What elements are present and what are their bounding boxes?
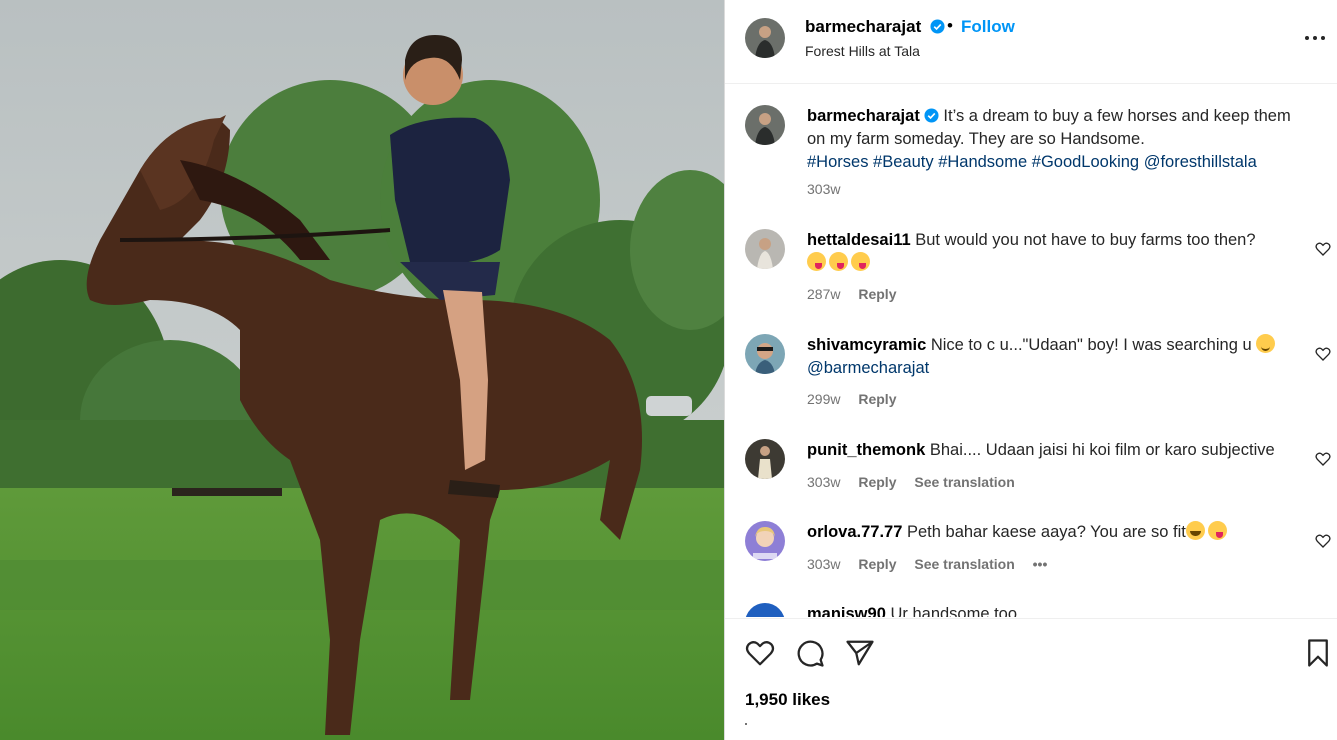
comment-like-icon[interactable] (1315, 346, 1331, 362)
instagram-post-view: barmecharajat • Follow Forest Hills at T… (0, 0, 1337, 740)
author-username[interactable]: barmecharajat (805, 17, 945, 37)
follow-button[interactable]: Follow (961, 17, 1015, 37)
reply-button[interactable]: Reply (858, 556, 896, 572)
caption-text-block: barmecharajat It’s a dream to buy a few … (807, 105, 1297, 174)
post-details-panel: barmecharajat • Follow Forest Hills at T… (724, 0, 1337, 740)
hashtag-link[interactable]: #GoodLooking (1032, 153, 1139, 171)
comment-like-icon[interactable] (1315, 533, 1331, 549)
verified-badge-icon (930, 19, 945, 34)
comment-username[interactable]: hettaldesai11 (807, 231, 911, 249)
post-location[interactable]: Forest Hills at Tala (805, 43, 920, 59)
commenter-avatar[interactable] (745, 439, 785, 479)
face-savoring-food-icon (1207, 521, 1227, 540)
post-actions-bar: 1,950 likes (725, 618, 1337, 740)
comment-username[interactable]: orlova.77.77 (807, 523, 902, 541)
comment-text-block: shivamcyramic Nice to c u..."Udaan" boy!… (807, 334, 1297, 380)
face-savoring-food-icon (807, 252, 826, 271)
comment-text-block: hettaldesai11 But would you not have to … (807, 229, 1297, 275)
commenter-avatar[interactable] (745, 229, 785, 269)
caption-meta: 303w (807, 181, 854, 197)
caption-time[interactable]: 303w (807, 181, 840, 197)
face-savoring-food-icon (851, 252, 870, 271)
mention-link[interactable]: @barmecharajat (807, 359, 929, 377)
mention-link[interactable]: @foresthillstala (1144, 153, 1257, 171)
see-translation-button[interactable]: See translation (914, 556, 1014, 572)
comment-text-block: punit_themonk Bhai.... Udaan jaisi hi ko… (807, 439, 1297, 462)
see-translation-button[interactable]: See translation (914, 474, 1014, 490)
comment-time[interactable]: 303w (807, 474, 840, 490)
share-icon[interactable] (845, 638, 875, 668)
comment-meta: 303w Reply See translation ••• (807, 556, 1061, 572)
more-options-icon[interactable] (1303, 26, 1327, 50)
comment-text-block: orlova.77.77 Peth bahar kaese aaya? You … (807, 521, 1297, 544)
smiling-face-icon (1256, 334, 1276, 353)
comment-username[interactable]: shivamcyramic (807, 336, 926, 354)
comment-username[interactable]: punit_themonk (807, 441, 925, 459)
comment-meta: 303w Reply See translation (807, 474, 1029, 490)
timestamp-placeholder (745, 723, 747, 725)
comment-text: Peth bahar kaese aaya? You are so fit (906, 523, 1186, 541)
bookmark-icon[interactable] (1303, 638, 1333, 668)
author-username-text[interactable]: barmecharajat (805, 17, 921, 36)
caption-avatar[interactable] (745, 105, 785, 145)
comment-text-block: manisw90 Ur handsome too (807, 603, 1297, 617)
comment-meta: 299w Reply (807, 391, 910, 407)
author-avatar[interactable] (745, 18, 785, 58)
comment-icon[interactable] (795, 638, 825, 668)
header-separator: • (947, 16, 953, 35)
comment-username[interactable]: manisw90 (807, 605, 886, 617)
comment-options-button[interactable]: ••• (1033, 556, 1048, 572)
face-with-tears-of-joy-icon (1185, 521, 1205, 540)
post-header: barmecharajat • Follow Forest Hills at T… (725, 0, 1337, 84)
caption-username[interactable]: barmecharajat (807, 107, 920, 125)
post-photo[interactable] (0, 0, 724, 740)
comment-meta: 287w Reply (807, 286, 910, 302)
comment-text: But would you not have to buy farms too … (915, 231, 1256, 249)
comments-list[interactable]: barmecharajat It’s a dream to buy a few … (725, 85, 1337, 617)
reply-button[interactable]: Reply (858, 286, 896, 302)
hashtag-link[interactable]: #Horses (807, 153, 868, 171)
hashtag-link[interactable]: #Handsome (938, 153, 1027, 171)
hashtag-link[interactable]: #Beauty (873, 153, 934, 171)
reply-button[interactable]: Reply (858, 391, 896, 407)
face-savoring-food-icon (829, 252, 848, 271)
commenter-avatar[interactable] (745, 334, 785, 374)
comment-time[interactable]: 303w (807, 556, 840, 572)
reply-button[interactable]: Reply (858, 474, 896, 490)
heart-icon[interactable] (745, 638, 775, 668)
commenter-avatar[interactable] (745, 521, 785, 561)
comment-like-icon[interactable] (1315, 241, 1331, 257)
comment-time[interactable]: 299w (807, 391, 840, 407)
verified-badge-icon (924, 108, 939, 123)
commenter-avatar[interactable] (745, 603, 785, 617)
comment-text: Ur handsome too (890, 605, 1018, 617)
comment-text: Nice to c u..."Udaan" boy! I was searchi… (930, 336, 1252, 354)
likes-count[interactable]: 1,950 likes (745, 690, 830, 710)
comment-time[interactable]: 287w (807, 286, 840, 302)
comment-text: Bhai.... Udaan jaisi hi koi film or karo… (929, 441, 1275, 459)
comment-like-icon[interactable] (1315, 451, 1331, 467)
